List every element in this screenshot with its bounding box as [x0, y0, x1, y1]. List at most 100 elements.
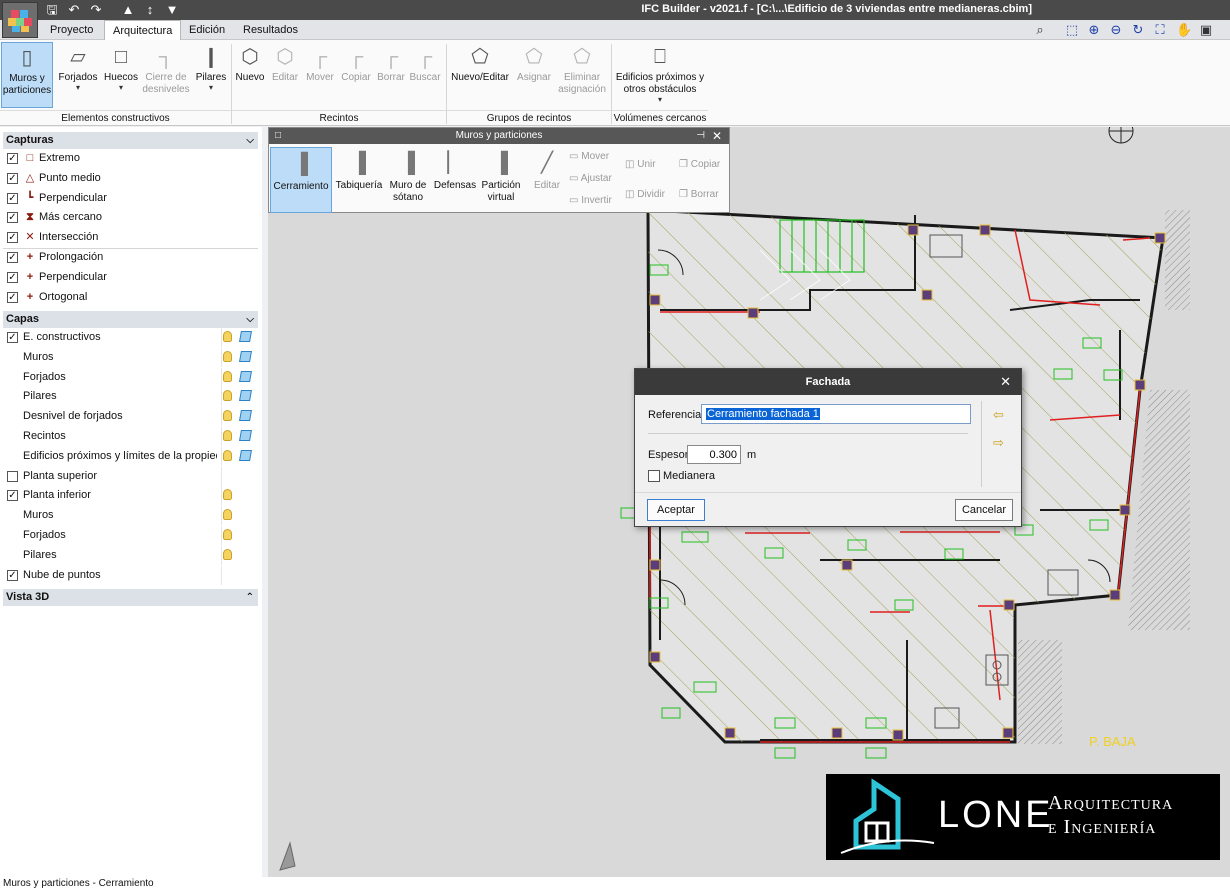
import-arrow-icon[interactable]: ⇦	[993, 407, 1004, 423]
arrow-down-icon[interactable]: ▼	[162, 0, 182, 20]
layer-checkbox[interactable]: ✓	[7, 569, 18, 581]
snap-item[interactable]: ✓ △ Punto medio	[5, 169, 260, 188]
cube-icon[interactable]	[239, 331, 252, 342]
cube-icon[interactable]	[239, 410, 252, 422]
layer-item[interactable]: ✓ Nube de puntos	[5, 565, 260, 585]
layer-item[interactable]: Edificios próximos y límites de la propi…	[5, 446, 260, 466]
close-icon[interactable]: ✕	[1000, 369, 1011, 395]
snap-checkbox[interactable]: ✓	[7, 291, 18, 303]
window-icon[interactable]: ▣	[1198, 22, 1214, 38]
level-selector-icon[interactable]: ↕	[140, 0, 160, 20]
muro-sotano-button[interactable]: ▐ Muro de sótano	[386, 147, 430, 213]
pan-hand-icon[interactable]: ✋	[1176, 22, 1192, 38]
layer-item[interactable]: ✓ E. constructivos	[5, 328, 260, 347]
bulb-icon[interactable]	[223, 509, 232, 521]
locked-cube-icon[interactable]	[239, 370, 252, 382]
bulb-icon[interactable]	[223, 331, 232, 342]
arrow-up-icon[interactable]: ▲	[118, 0, 138, 20]
bulb-icon[interactable]	[223, 350, 232, 362]
zoom-in-icon[interactable]: ⊕	[1086, 22, 1102, 38]
muros-particiones-button[interactable]: ▯ Muros y particiones	[1, 42, 53, 108]
tabiqueria-button[interactable]: ▐ Tabiquería	[334, 147, 384, 213]
grupo-eliminar-button[interactable]: ⬠ Eliminar asignación	[556, 42, 608, 108]
snap-checkbox[interactable]: ✓	[7, 153, 18, 164]
zoom-window-icon[interactable]: ⬚	[1064, 22, 1080, 38]
bulb-icon[interactable]	[223, 390, 232, 402]
save-icon[interactable]: 🖫	[42, 0, 62, 20]
recinto-editar-button[interactable]: ⬡ Editar	[269, 42, 301, 108]
layer-item[interactable]: ✓ Planta inferior	[5, 486, 260, 506]
cube-icon[interactable]	[239, 390, 252, 402]
layer-item[interactable]: Recintos	[5, 427, 260, 446]
snap-checkbox[interactable]: ✓	[7, 252, 18, 263]
search-icon[interactable]: ⌕	[1032, 22, 1048, 38]
snap-checkbox[interactable]: ✓	[7, 212, 18, 224]
chevron-down-icon[interactable]: ⌵	[246, 311, 254, 328]
undo-icon[interactable]: ↶	[64, 0, 84, 20]
snap-checkbox[interactable]: ✓	[7, 172, 18, 184]
vista3d-header[interactable]: Vista 3D ⌃	[3, 589, 258, 606]
snap-item[interactable]: ✓ ┗ Perpendicular	[5, 189, 260, 208]
invertir-action[interactable]: ▭ Invertir	[569, 194, 612, 208]
borrar-action[interactable]: ❐ Borrar	[679, 188, 719, 202]
snap-checkbox[interactable]: ✓	[7, 232, 18, 244]
layer-item[interactable]: Desnivel de forjados	[5, 407, 260, 427]
snap-item[interactable]: ✓ + Ortogonal	[5, 288, 260, 307]
cierre-desniveles-button[interactable]: ┐ Cierre de desniveles	[142, 42, 190, 108]
aceptar-button[interactable]: Aceptar	[647, 499, 705, 521]
cube-icon[interactable]	[239, 449, 252, 461]
layer-checkbox[interactable]: ✓	[7, 332, 18, 343]
cancelar-button[interactable]: Cancelar	[955, 499, 1013, 521]
capas-header[interactable]: Capas ⌵	[3, 311, 258, 328]
chevron-up-icon[interactable]: ⌃	[246, 589, 254, 606]
recinto-mover-button[interactable]: ┌ Mover	[303, 42, 337, 108]
cerramiento-button[interactable]: ▐ Cerramiento	[270, 147, 332, 213]
panel-editar-button[interactable]: ╱ Editar	[527, 147, 567, 213]
edificios-proximos-button[interactable]: ⎕ Edificios próximos y otros obstáculos ▾	[614, 42, 706, 108]
lock-icon[interactable]	[223, 370, 232, 382]
copiar-action[interactable]: ❐ Copiar	[679, 158, 720, 172]
cube-icon[interactable]	[239, 430, 252, 441]
huecos-button[interactable]: □ Huecos ▾	[101, 42, 141, 108]
unir-action[interactable]: ◫ Unir	[625, 158, 656, 172]
bulb-icon[interactable]	[223, 548, 232, 560]
tab-arquitectura[interactable]: Arquitectura	[104, 20, 182, 41]
pilares-button[interactable]: ❙ Pilares ▾	[192, 42, 230, 108]
snap-item[interactable]: ✓ + Perpendicular	[5, 268, 260, 287]
redo-icon[interactable]: ↷	[86, 0, 106, 20]
espesor-input[interactable]	[687, 445, 741, 464]
tab-edicion[interactable]: Edición	[181, 20, 233, 40]
bulb-icon[interactable]	[223, 529, 232, 540]
bulb-icon[interactable]	[223, 449, 232, 461]
layer-item[interactable]: Pilares	[5, 545, 260, 565]
particion-virtual-button[interactable]: ▐ Partición virtual	[479, 147, 523, 213]
snap-item[interactable]: ✓ ✕ Intersección	[5, 228, 260, 247]
layer-item[interactable]: Pilares	[5, 387, 260, 407]
app-logo-icon[interactable]	[2, 2, 38, 38]
tab-resultados[interactable]: Resultados	[235, 20, 306, 40]
recinto-nuevo-button[interactable]: ⬡ Nuevo	[233, 42, 267, 108]
chevron-down-icon[interactable]: ⌵	[246, 132, 254, 149]
snap-item[interactable]: ✓ □ Extremo	[5, 149, 260, 168]
pin-icon[interactable]: ⊣	[696, 128, 705, 144]
medianera-checkbox[interactable]	[648, 470, 660, 482]
referencia-input[interactable]	[701, 404, 971, 424]
recinto-copiar-button[interactable]: ┌ Copiar	[339, 42, 373, 108]
defensas-button[interactable]: ▏ Defensas	[432, 147, 478, 213]
cube-icon[interactable]	[239, 350, 252, 362]
zoom-out-icon[interactable]: ⊖	[1108, 22, 1124, 38]
refresh-icon[interactable]: ↻	[1130, 22, 1146, 38]
grupo-asignar-button[interactable]: ⬠ Asignar	[514, 42, 554, 108]
recinto-borrar-button[interactable]: ┌ Borrar	[375, 42, 407, 108]
snap-item[interactable]: ✓ + Prolongación	[3, 248, 260, 267]
layer-item[interactable]: Muros	[5, 506, 260, 526]
capturas-header[interactable]: Capturas ⌵	[3, 132, 258, 149]
bulb-icon[interactable]	[223, 489, 232, 501]
snap-checkbox[interactable]: ✓	[7, 271, 18, 283]
layer-item[interactable]: Forjados	[5, 367, 260, 387]
layer-checkbox[interactable]: ✓	[7, 490, 18, 502]
layer-checkbox[interactable]	[7, 470, 18, 482]
bulb-icon[interactable]	[223, 410, 232, 422]
layer-item[interactable]: Forjados	[5, 526, 260, 545]
mover-action[interactable]: ▭ Mover	[569, 150, 609, 164]
